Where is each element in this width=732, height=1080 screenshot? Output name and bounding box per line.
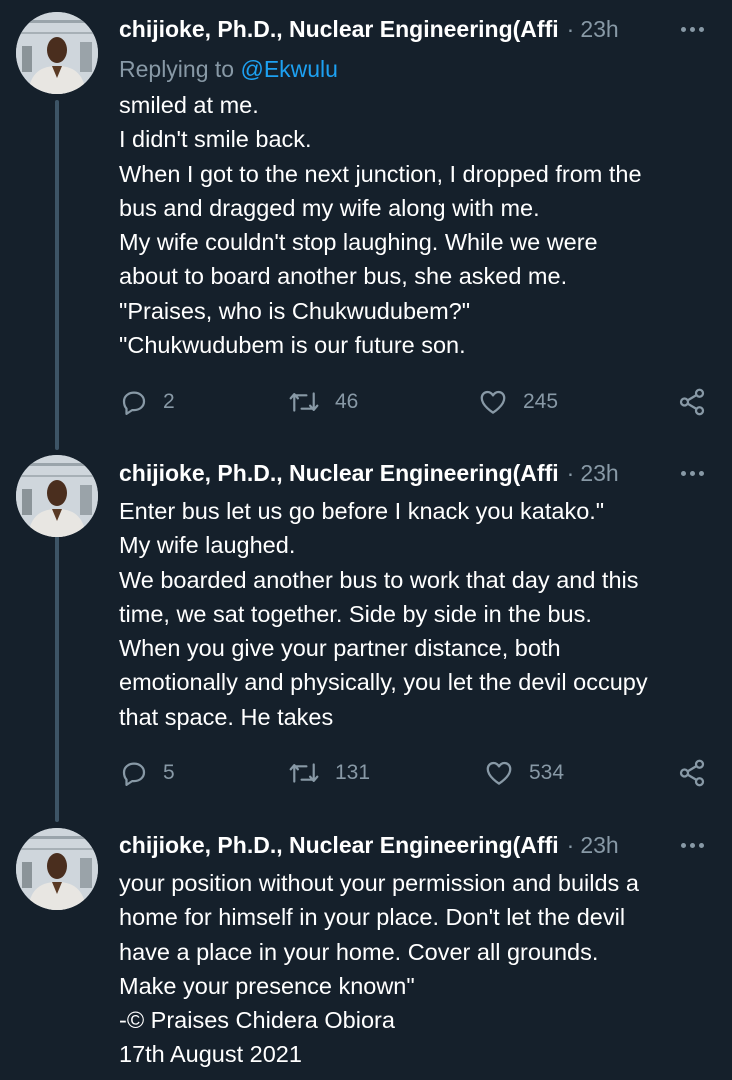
text-line: have a place in your home. Cover all gro…	[119, 938, 599, 965]
avatar[interactable]	[16, 828, 98, 910]
tweet-text: your position without your permission an…	[119, 866, 709, 1072]
like-count: 534	[529, 761, 565, 784]
retweet-icon	[289, 763, 319, 783]
text-line: We boarded another bus to work that day …	[119, 566, 639, 593]
text-line: about to board another bus, she asked me…	[119, 263, 568, 290]
text-line: your position without your permission an…	[119, 870, 639, 896]
conversation-thread: chijioke, Ph.D., Nuclear Engineering(Aff…	[0, 0, 732, 1080]
text-line: time, we sat together. Side by side in t…	[119, 600, 592, 627]
retweet-count: 131	[335, 761, 371, 784]
separator-dot: ·	[566, 15, 575, 42]
replying-to: Replying to @Ekwulu	[119, 52, 338, 86]
reply-icon	[122, 762, 146, 786]
author-name[interactable]: chijioke, Ph.D., Nuclear Engineering(Aff…	[119, 832, 559, 859]
tweet-text: Enter bus let us go before I knack you k…	[119, 494, 709, 734]
text-line: that space. He takes	[119, 703, 334, 730]
text-line: My wife couldn't stop laughing. While we…	[119, 229, 598, 256]
text-line: "Chukwudubem is our future son.	[119, 332, 466, 359]
like-count: 245	[523, 390, 559, 413]
tweet-text: smiled at me. I didn't smile back. When …	[119, 88, 709, 362]
tweet[interactable]: chijioke, Ph.D., Nuclear Engineering(Aff…	[0, 0, 732, 450]
text-line: Enter bus let us go before I knack you k…	[119, 498, 605, 524]
tweet[interactable]: chijioke, Ph.D., Nuclear Engineering(Aff…	[0, 450, 732, 820]
text-line: "Praises, who is Chukwudubem?"	[119, 297, 471, 324]
tweet-actions: 2 46 245	[119, 385, 709, 419]
timestamp[interactable]: 23h	[580, 16, 618, 43]
heart-icon	[486, 761, 512, 785]
text-line: bus and dragged my wife along with me.	[119, 194, 540, 221]
reply-count: 5	[163, 761, 175, 784]
tweet-header: chijioke, Ph.D., Nuclear Engineering(Aff…	[119, 456, 704, 490]
tweet-actions: 5 131 534	[119, 756, 709, 790]
text-line: When I got to the next junction, I dropp…	[119, 160, 642, 187]
more-icon[interactable]	[681, 828, 704, 862]
more-icon[interactable]	[681, 12, 704, 46]
share-icon	[679, 388, 705, 416]
reply-button[interactable]: 5	[119, 756, 175, 790]
retweet-button[interactable]: 131	[287, 756, 370, 790]
text-line: My wife laughed.	[119, 532, 296, 559]
timestamp[interactable]: 23h	[580, 832, 618, 859]
text-line: I didn't smile back.	[119, 126, 312, 153]
text-line: smiled at me.	[119, 92, 259, 118]
share-button[interactable]	[677, 385, 707, 419]
reply-count: 2	[163, 390, 175, 413]
replying-prefix: Replying to	[119, 56, 235, 82]
share-icon	[679, 759, 705, 787]
author-name[interactable]: chijioke, Ph.D., Nuclear Engineering(Aff…	[119, 16, 559, 43]
text-line: Make your presence known"	[119, 972, 415, 999]
avatar[interactable]	[16, 455, 98, 537]
retweet-count: 46	[335, 390, 359, 413]
text-line: When you give your partner distance, bot…	[119, 635, 561, 662]
separator-dot: ·	[566, 831, 575, 858]
text-line: home for himself in your place. Don't le…	[119, 904, 626, 931]
tweet-header: chijioke, Ph.D., Nuclear Engineering(Aff…	[119, 828, 704, 862]
tweet-header: chijioke, Ph.D., Nuclear Engineering(Aff…	[119, 12, 704, 46]
share-button[interactable]	[677, 756, 707, 790]
retweet-button[interactable]: 46	[287, 385, 358, 419]
reply-button[interactable]: 2	[119, 385, 175, 419]
text-line: -© Praises Chidera Obiora	[119, 1007, 395, 1034]
avatar[interactable]	[16, 12, 98, 94]
text-line: 17th August 2021	[119, 1041, 302, 1068]
like-button[interactable]: 245	[477, 385, 558, 419]
author-name[interactable]: chijioke, Ph.D., Nuclear Engineering(Aff…	[119, 460, 559, 487]
timestamp[interactable]: 23h	[580, 460, 618, 487]
tweet[interactable]: chijioke, Ph.D., Nuclear Engineering(Aff…	[0, 820, 732, 1080]
text-line: emotionally and physically, you let the …	[119, 669, 648, 696]
reply-icon	[122, 391, 146, 415]
retweet-icon	[289, 392, 319, 412]
separator-dot: ·	[566, 459, 575, 486]
like-button[interactable]: 534	[483, 756, 564, 790]
reply-handle-link[interactable]: @Ekwulu	[240, 56, 338, 82]
heart-icon	[480, 390, 506, 414]
more-icon[interactable]	[681, 456, 704, 490]
